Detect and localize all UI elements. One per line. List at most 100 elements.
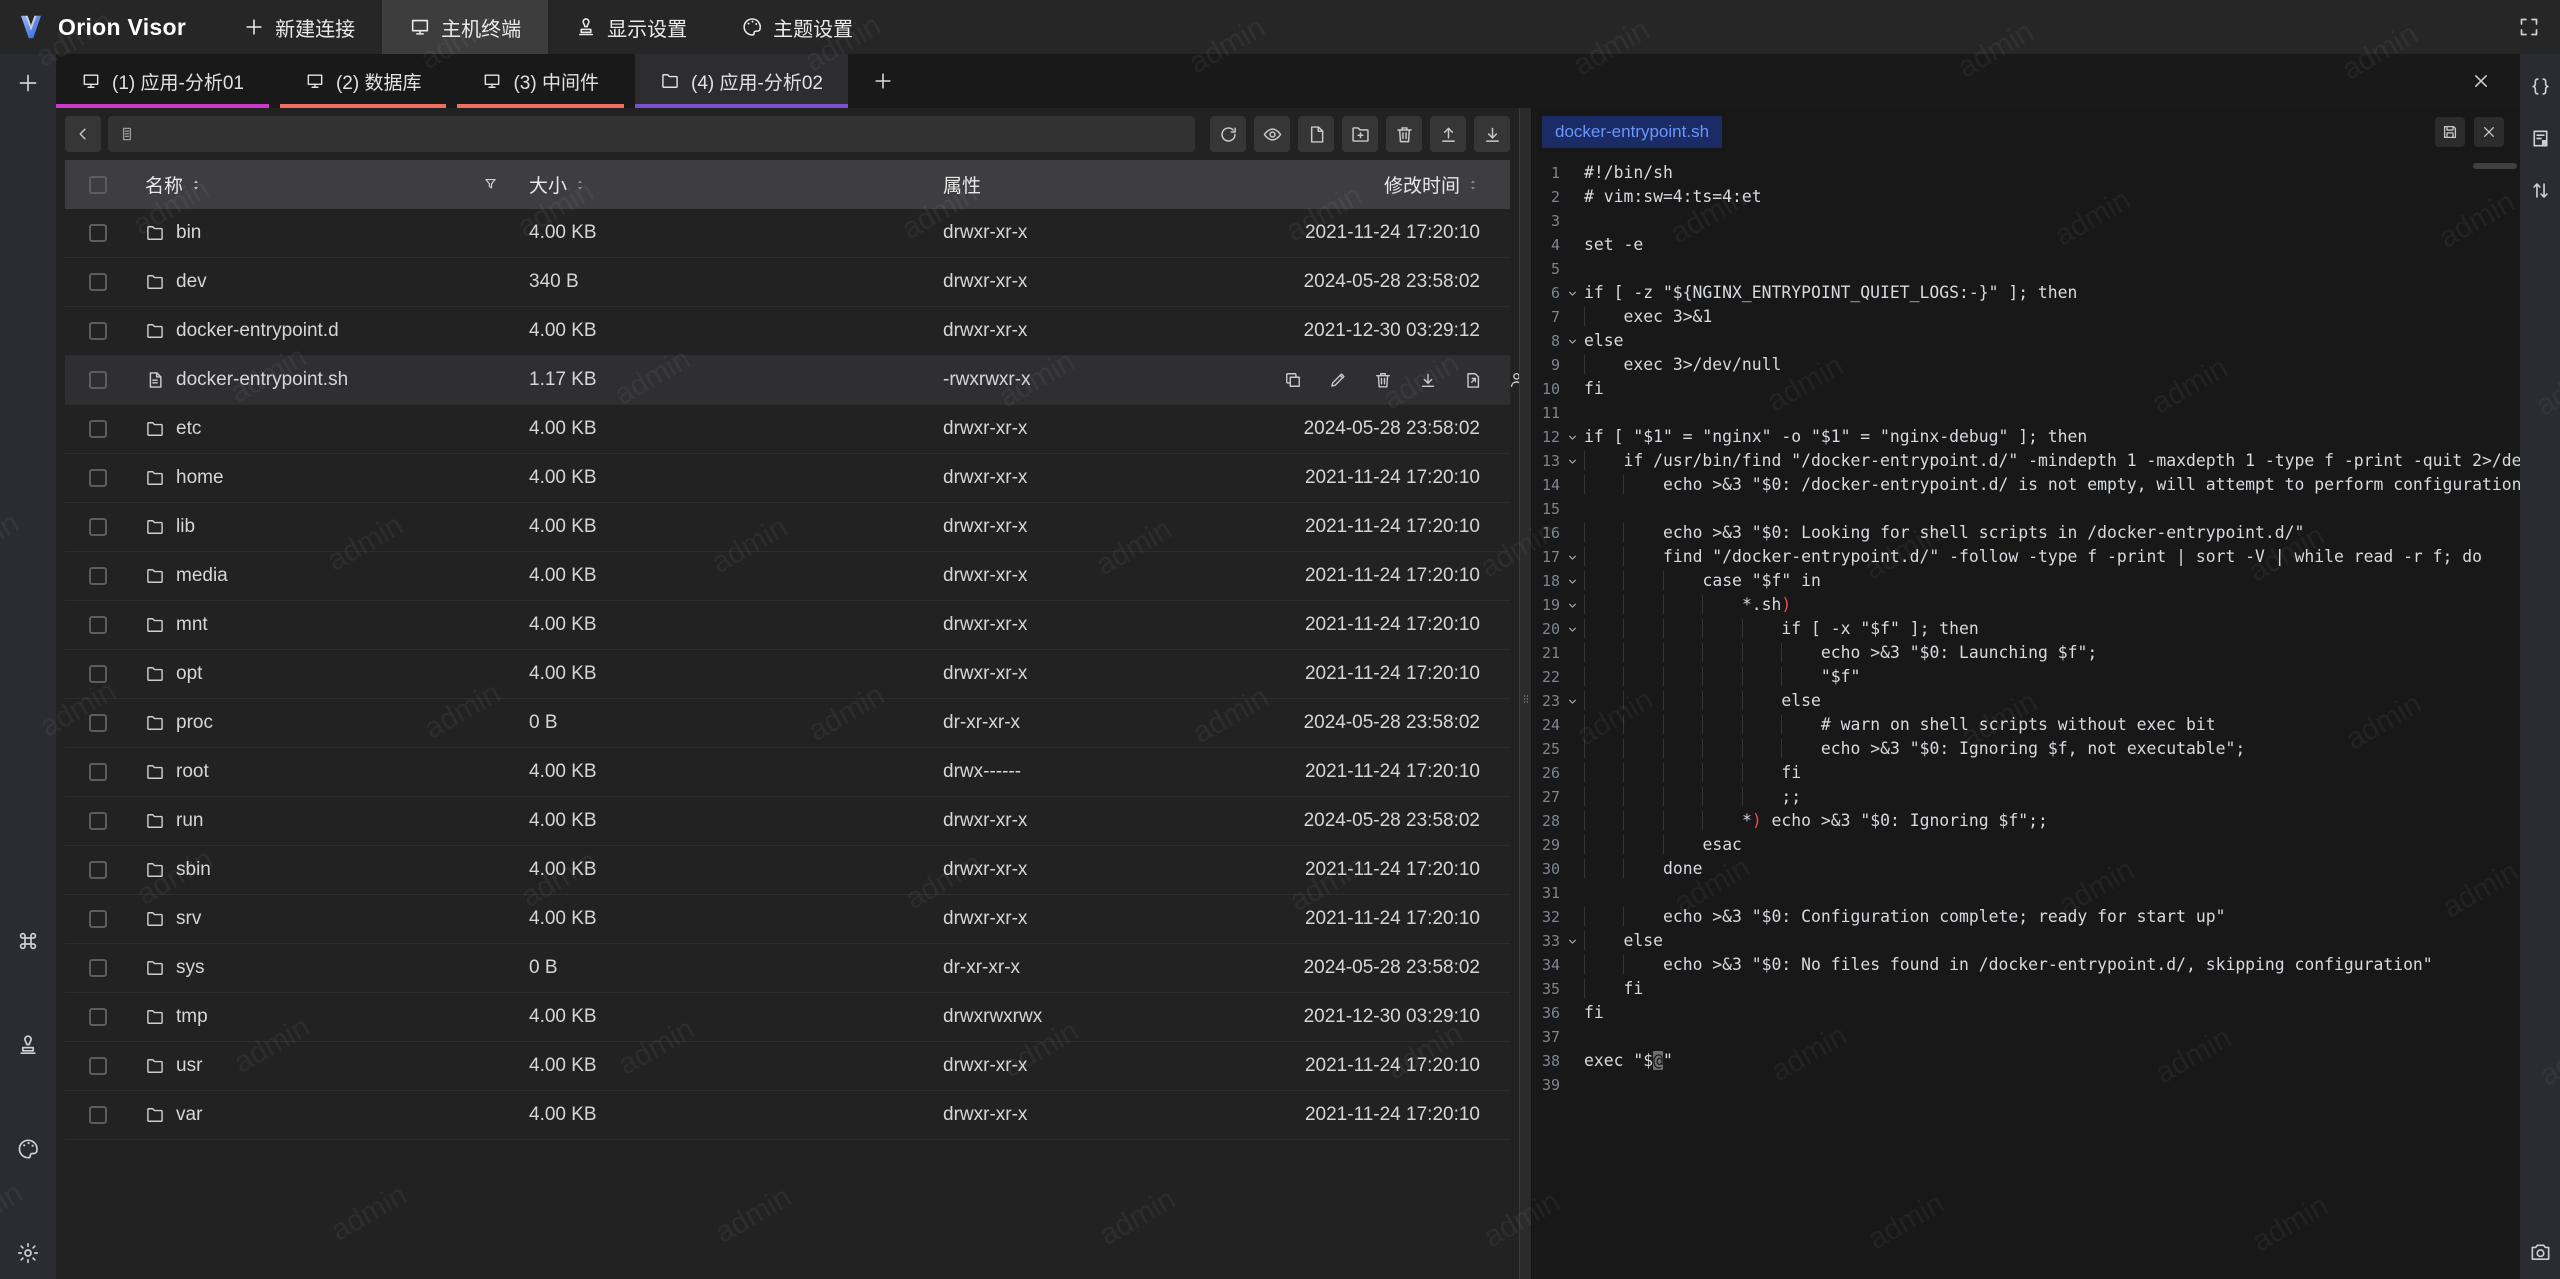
row-checkbox[interactable] [89, 910, 107, 928]
screenshot-camera-button[interactable] [2524, 1235, 2556, 1267]
row-action-delete[interactable] [1373, 370, 1393, 390]
editor-file-tab[interactable]: docker-entrypoint.sh [1542, 116, 1722, 148]
file-row-bin[interactable]: bin4.00 KBdrwxr-xr-x2021-11-24 17:20:10 [65, 209, 1510, 258]
upload-button[interactable] [1430, 116, 1466, 152]
download-button[interactable] [1474, 116, 1510, 152]
fold-spacer [1560, 857, 1584, 881]
fold-chevron-icon[interactable] [1560, 545, 1584, 569]
file-row-proc[interactable]: proc0 Bdr-xr-xr-x2024-05-28 23:58:02 [65, 699, 1510, 748]
eye-button[interactable] [1254, 116, 1290, 152]
file-row-opt[interactable]: opt4.00 KBdrwxr-xr-x2021-11-24 17:20:10 [65, 650, 1510, 699]
fold-chevron-icon[interactable] [1560, 449, 1584, 473]
settings-gear-button[interactable] [12, 1237, 44, 1269]
file-row-usr[interactable]: usr4.00 KBdrwxr-xr-x2021-11-24 17:20:10 [65, 1042, 1510, 1091]
fold-spacer [1560, 185, 1584, 209]
row-checkbox[interactable] [89, 763, 107, 781]
add-tab-button[interactable] [859, 54, 907, 108]
sort-name-icon[interactable] [189, 178, 203, 192]
select-all-checkbox[interactable] [89, 176, 107, 194]
file-row-etc[interactable]: etc4.00 KBdrwxr-xr-x2024-05-28 23:58:02 [65, 405, 1510, 454]
row-checkbox[interactable] [89, 567, 107, 585]
sort-size-icon[interactable] [573, 178, 587, 192]
row-checkbox[interactable] [89, 1008, 107, 1026]
theme-settings-rail-button[interactable] [12, 1133, 44, 1165]
fold-chevron-icon[interactable] [1560, 593, 1584, 617]
file-row-root[interactable]: root4.00 KBdrwx------2021-11-24 17:20:10 [65, 748, 1510, 797]
terminal-tab-3[interactable]: (3) 中间件 [457, 54, 624, 108]
rail-new-button[interactable] [12, 67, 44, 99]
file-row-docker-entrypoint.d[interactable]: docker-entrypoint.d4.00 KBdrwxr-xr-x2021… [65, 307, 1510, 356]
file-row-sys[interactable]: sys0 Bdr-xr-xr-x2024-05-28 23:58:02 [65, 944, 1510, 993]
column-size-label[interactable]: 大小 [529, 171, 567, 198]
row-action-move[interactable] [1463, 370, 1483, 390]
file-row-docker-entrypoint.sh[interactable]: docker-entrypoint.sh1.17 KB-rwxrwxr-x [65, 356, 1510, 405]
variables-braces-button[interactable] [2524, 70, 2556, 102]
fold-chevron-icon[interactable] [1560, 617, 1584, 641]
save-button[interactable] [2435, 117, 2465, 147]
row-checkbox[interactable] [89, 371, 107, 389]
row-checkbox[interactable] [89, 469, 107, 487]
file-row-run[interactable]: run4.00 KBdrwxr-xr-x2024-05-28 23:58:02 [65, 797, 1510, 846]
path-input[interactable] [108, 116, 1195, 152]
row-checkbox[interactable] [89, 420, 107, 438]
row-checkbox[interactable] [89, 518, 107, 536]
menu-new-connection[interactable]: 新建连接 [216, 0, 382, 54]
splitter-drag-handle[interactable] [1519, 686, 1533, 712]
row-checkbox[interactable] [89, 714, 107, 732]
fullscreen-button[interactable] [2513, 11, 2545, 43]
code-editor[interactable]: 1#!/bin/sh2# vim:sw=4:ts=4:et34set -e56i… [1532, 155, 2520, 1279]
file-row-mnt[interactable]: mnt4.00 KBdrwxr-xr-x2021-11-24 17:20:10 [65, 601, 1510, 650]
fold-chevron-icon[interactable] [1560, 425, 1584, 449]
file-row-sbin[interactable]: sbin4.00 KBdrwxr-xr-x2021-11-24 17:20:10 [65, 846, 1510, 895]
new-file-button[interactable] [1298, 116, 1334, 152]
menu-display-settings[interactable]: 显示设置 [548, 0, 714, 54]
terminal-tab-1[interactable]: (1) 应用-分析01 [56, 54, 269, 108]
fold-chevron-icon[interactable] [1560, 329, 1584, 353]
terminal-tab-2[interactable]: (2) 数据库 [280, 54, 447, 108]
editor-scrollbar[interactable] [2473, 163, 2517, 169]
row-checkbox[interactable] [89, 959, 107, 977]
row-checkbox[interactable] [89, 1106, 107, 1124]
file-row-srv[interactable]: srv4.00 KBdrwxr-xr-x2021-11-24 17:20:10 [65, 895, 1510, 944]
row-checkbox[interactable] [89, 812, 107, 830]
row-checkbox[interactable] [89, 1057, 107, 1075]
display-settings-rail-button[interactable] [12, 1029, 44, 1061]
row-checkbox[interactable] [89, 224, 107, 242]
column-mtime-label[interactable]: 修改时间 [1384, 171, 1460, 198]
command-shortcuts-button[interactable] [12, 925, 44, 957]
tab-label: (1) 应用-分析01 [112, 68, 244, 95]
file-row-dev[interactable]: dev340 Bdrwxr-xr-x2024-05-28 23:58:02 [65, 258, 1510, 307]
fold-chevron-icon[interactable] [1560, 929, 1584, 953]
editor-close-button[interactable] [2474, 117, 2504, 147]
row-checkbox[interactable] [89, 322, 107, 340]
menu-theme-settings[interactable]: 主题设置 [714, 0, 880, 54]
file-row-var[interactable]: var4.00 KBdrwxr-xr-x2021-11-24 17:20:10 [65, 1091, 1510, 1140]
tabbar-close-button[interactable] [2466, 66, 2496, 96]
column-name-label[interactable]: 名称 [145, 171, 183, 198]
row-checkbox[interactable] [89, 616, 107, 634]
trash-button[interactable] [1386, 116, 1422, 152]
row-action-copy[interactable] [1283, 370, 1303, 390]
file-row-lib[interactable]: lib4.00 KBdrwxr-xr-x2021-11-24 17:20:10 [65, 503, 1510, 552]
row-action-download[interactable] [1418, 370, 1438, 390]
row-checkbox[interactable] [89, 861, 107, 879]
menu-host-terminal[interactable]: 主机终端 [382, 0, 548, 54]
file-bookmark-button[interactable] [2524, 122, 2556, 154]
row-checkbox[interactable] [89, 665, 107, 683]
fold-chevron-icon[interactable] [1560, 689, 1584, 713]
fold-chevron-icon[interactable] [1560, 569, 1584, 593]
new-folder-button[interactable] [1342, 116, 1378, 152]
transfer-updown-button[interactable] [2524, 174, 2556, 206]
fold-chevron-icon[interactable] [1560, 281, 1584, 305]
row-checkbox[interactable] [89, 273, 107, 291]
filter-icon[interactable] [482, 176, 499, 193]
file-row-tmp[interactable]: tmp4.00 KBdrwxrwxrwx2021-12-30 03:29:10 [65, 993, 1510, 1042]
panel-splitter[interactable] [1519, 108, 1532, 1279]
sort-mtime-icon[interactable] [1466, 178, 1480, 192]
file-row-media[interactable]: media4.00 KBdrwxr-xr-x2021-11-24 17:20:1… [65, 552, 1510, 601]
back-button[interactable] [65, 116, 101, 152]
file-row-home[interactable]: home4.00 KBdrwxr-xr-x2021-11-24 17:20:10 [65, 454, 1510, 503]
terminal-tab-4[interactable]: (4) 应用-分析02 [635, 54, 848, 108]
refresh-button[interactable] [1210, 116, 1246, 152]
row-action-edit[interactable] [1328, 370, 1348, 390]
